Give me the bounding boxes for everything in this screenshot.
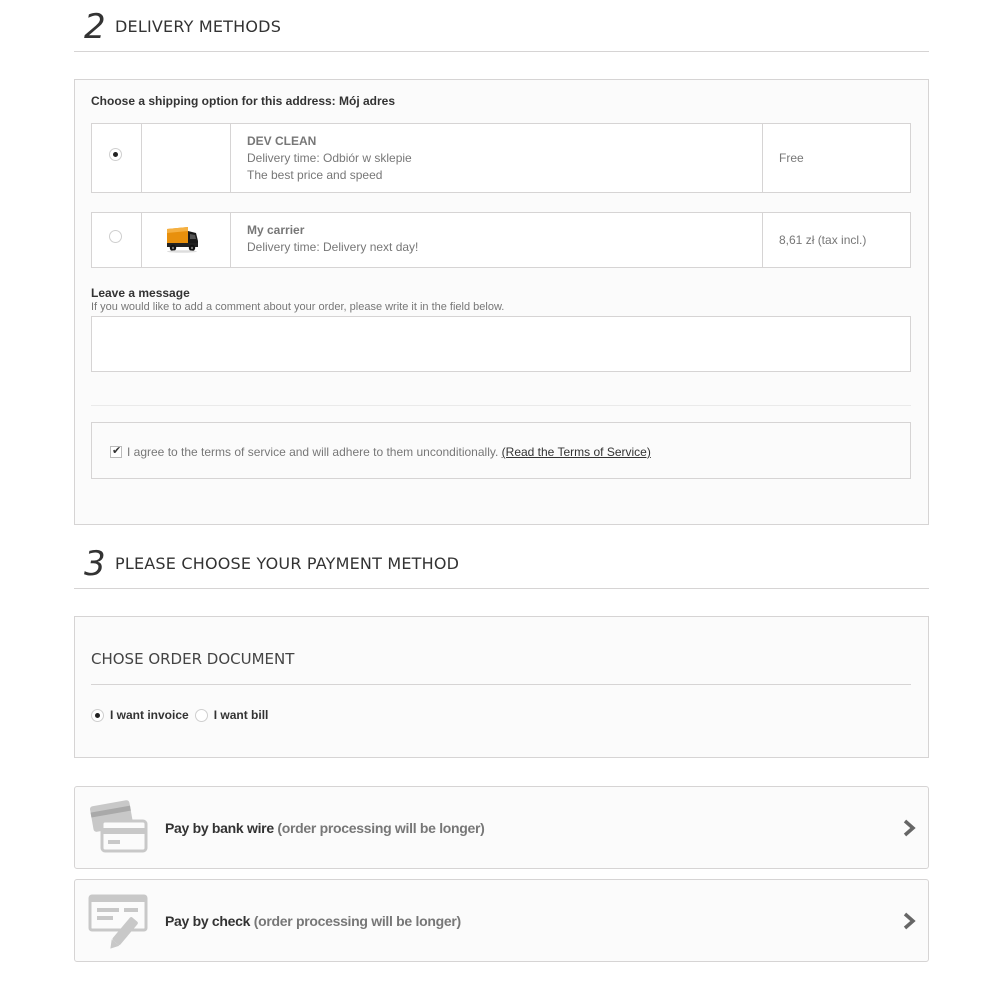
delivery-options-panel: Choose a shipping option for this addres… xyxy=(74,79,929,525)
carrier-radio[interactable] xyxy=(109,230,122,243)
payment-method-name: Pay by bank wire xyxy=(165,820,274,836)
carrier-delivery-time: Delivery time: Odbiór w sklepie xyxy=(247,151,412,165)
carrier-logo-cell xyxy=(142,124,231,192)
message-title: Leave a message xyxy=(91,286,190,300)
carrier-info: DEV CLEAN Delivery time: Odbiór w sklepi… xyxy=(231,124,763,192)
pay-by-check-option[interactable]: Pay by check (order processing will be l… xyxy=(74,879,929,962)
step-title: PLEASE CHOOSE YOUR PAYMENT METHOD xyxy=(115,554,460,573)
carrier-name: My carrier xyxy=(247,223,305,237)
carrier-option-row[interactable]: My carrier Delivery time: Delivery next … xyxy=(91,212,911,268)
bill-label[interactable]: I want bill xyxy=(214,708,269,722)
carrier-delivery-time: Delivery time: Delivery next day! xyxy=(247,240,419,254)
carrier-price: Free xyxy=(779,151,804,165)
bill-radio[interactable] xyxy=(194,708,208,722)
order-document-panel: CHOSE ORDER DOCUMENT I want invoice I wa… xyxy=(74,616,929,758)
message-hint: If you would like to add a comment about… xyxy=(91,301,505,313)
step-title: DELIVERY METHODS xyxy=(115,17,282,36)
divider xyxy=(91,684,911,685)
message-textarea[interactable] xyxy=(91,316,911,372)
credit-card-icon xyxy=(90,800,148,853)
carrier-radio[interactable] xyxy=(109,148,122,161)
terms-text-wrap: I agree to the terms of service and will… xyxy=(127,445,651,459)
order-document-title: CHOSE ORDER DOCUMENT xyxy=(91,650,295,668)
carrier-description: The best price and speed xyxy=(247,168,383,182)
terms-of-service-box: I agree to the terms of service and will… xyxy=(91,422,911,479)
divider xyxy=(91,405,911,406)
invoice-radio[interactable] xyxy=(91,708,104,722)
truck-icon xyxy=(167,227,198,253)
payment-method-heading: 3 PLEASE CHOOSE YOUR PAYMENT METHOD xyxy=(74,537,929,589)
carrier-logo-cell xyxy=(142,213,231,267)
payment-method-label: Pay by bank wire (order processing will … xyxy=(165,820,485,836)
carrier-option-row[interactable]: DEV CLEAN Delivery time: Odbiór w sklepi… xyxy=(91,123,911,193)
carrier-info: My carrier Delivery time: Delivery next … xyxy=(231,213,763,267)
carrier-radio-cell[interactable] xyxy=(92,124,142,192)
carrier-price: 8,61 zł (tax incl.) xyxy=(779,233,867,247)
payment-method-note: (order processing will be longer) xyxy=(277,820,485,836)
chevron-right-icon xyxy=(903,819,916,837)
step-number: 2 xyxy=(84,7,106,47)
pay-by-bank-wire-option[interactable]: Pay by bank wire (order processing will … xyxy=(74,786,929,869)
carrier-name: DEV CLEAN xyxy=(247,134,317,148)
delivery-methods-heading: 2 DELIVERY METHODS xyxy=(74,0,929,52)
shipping-option-label: Choose a shipping option for this addres… xyxy=(91,94,396,108)
payment-method-note: (order processing will be longer) xyxy=(253,913,461,929)
payment-method-label: Pay by check (order processing will be l… xyxy=(165,913,461,929)
step-number: 3 xyxy=(84,544,106,584)
chevron-right-icon xyxy=(903,912,916,930)
terms-text: I agree to the terms of service and will… xyxy=(127,445,499,459)
check-pen-icon xyxy=(88,894,148,949)
carrier-radio-cell[interactable] xyxy=(92,213,142,267)
invoice-label[interactable]: I want invoice xyxy=(110,708,189,722)
terms-link[interactable]: (Read the Terms of Service) xyxy=(502,445,651,459)
terms-checkbox[interactable] xyxy=(110,444,122,458)
payment-method-name: Pay by check xyxy=(165,913,251,929)
order-document-options: I want invoice I want bill xyxy=(91,708,274,722)
